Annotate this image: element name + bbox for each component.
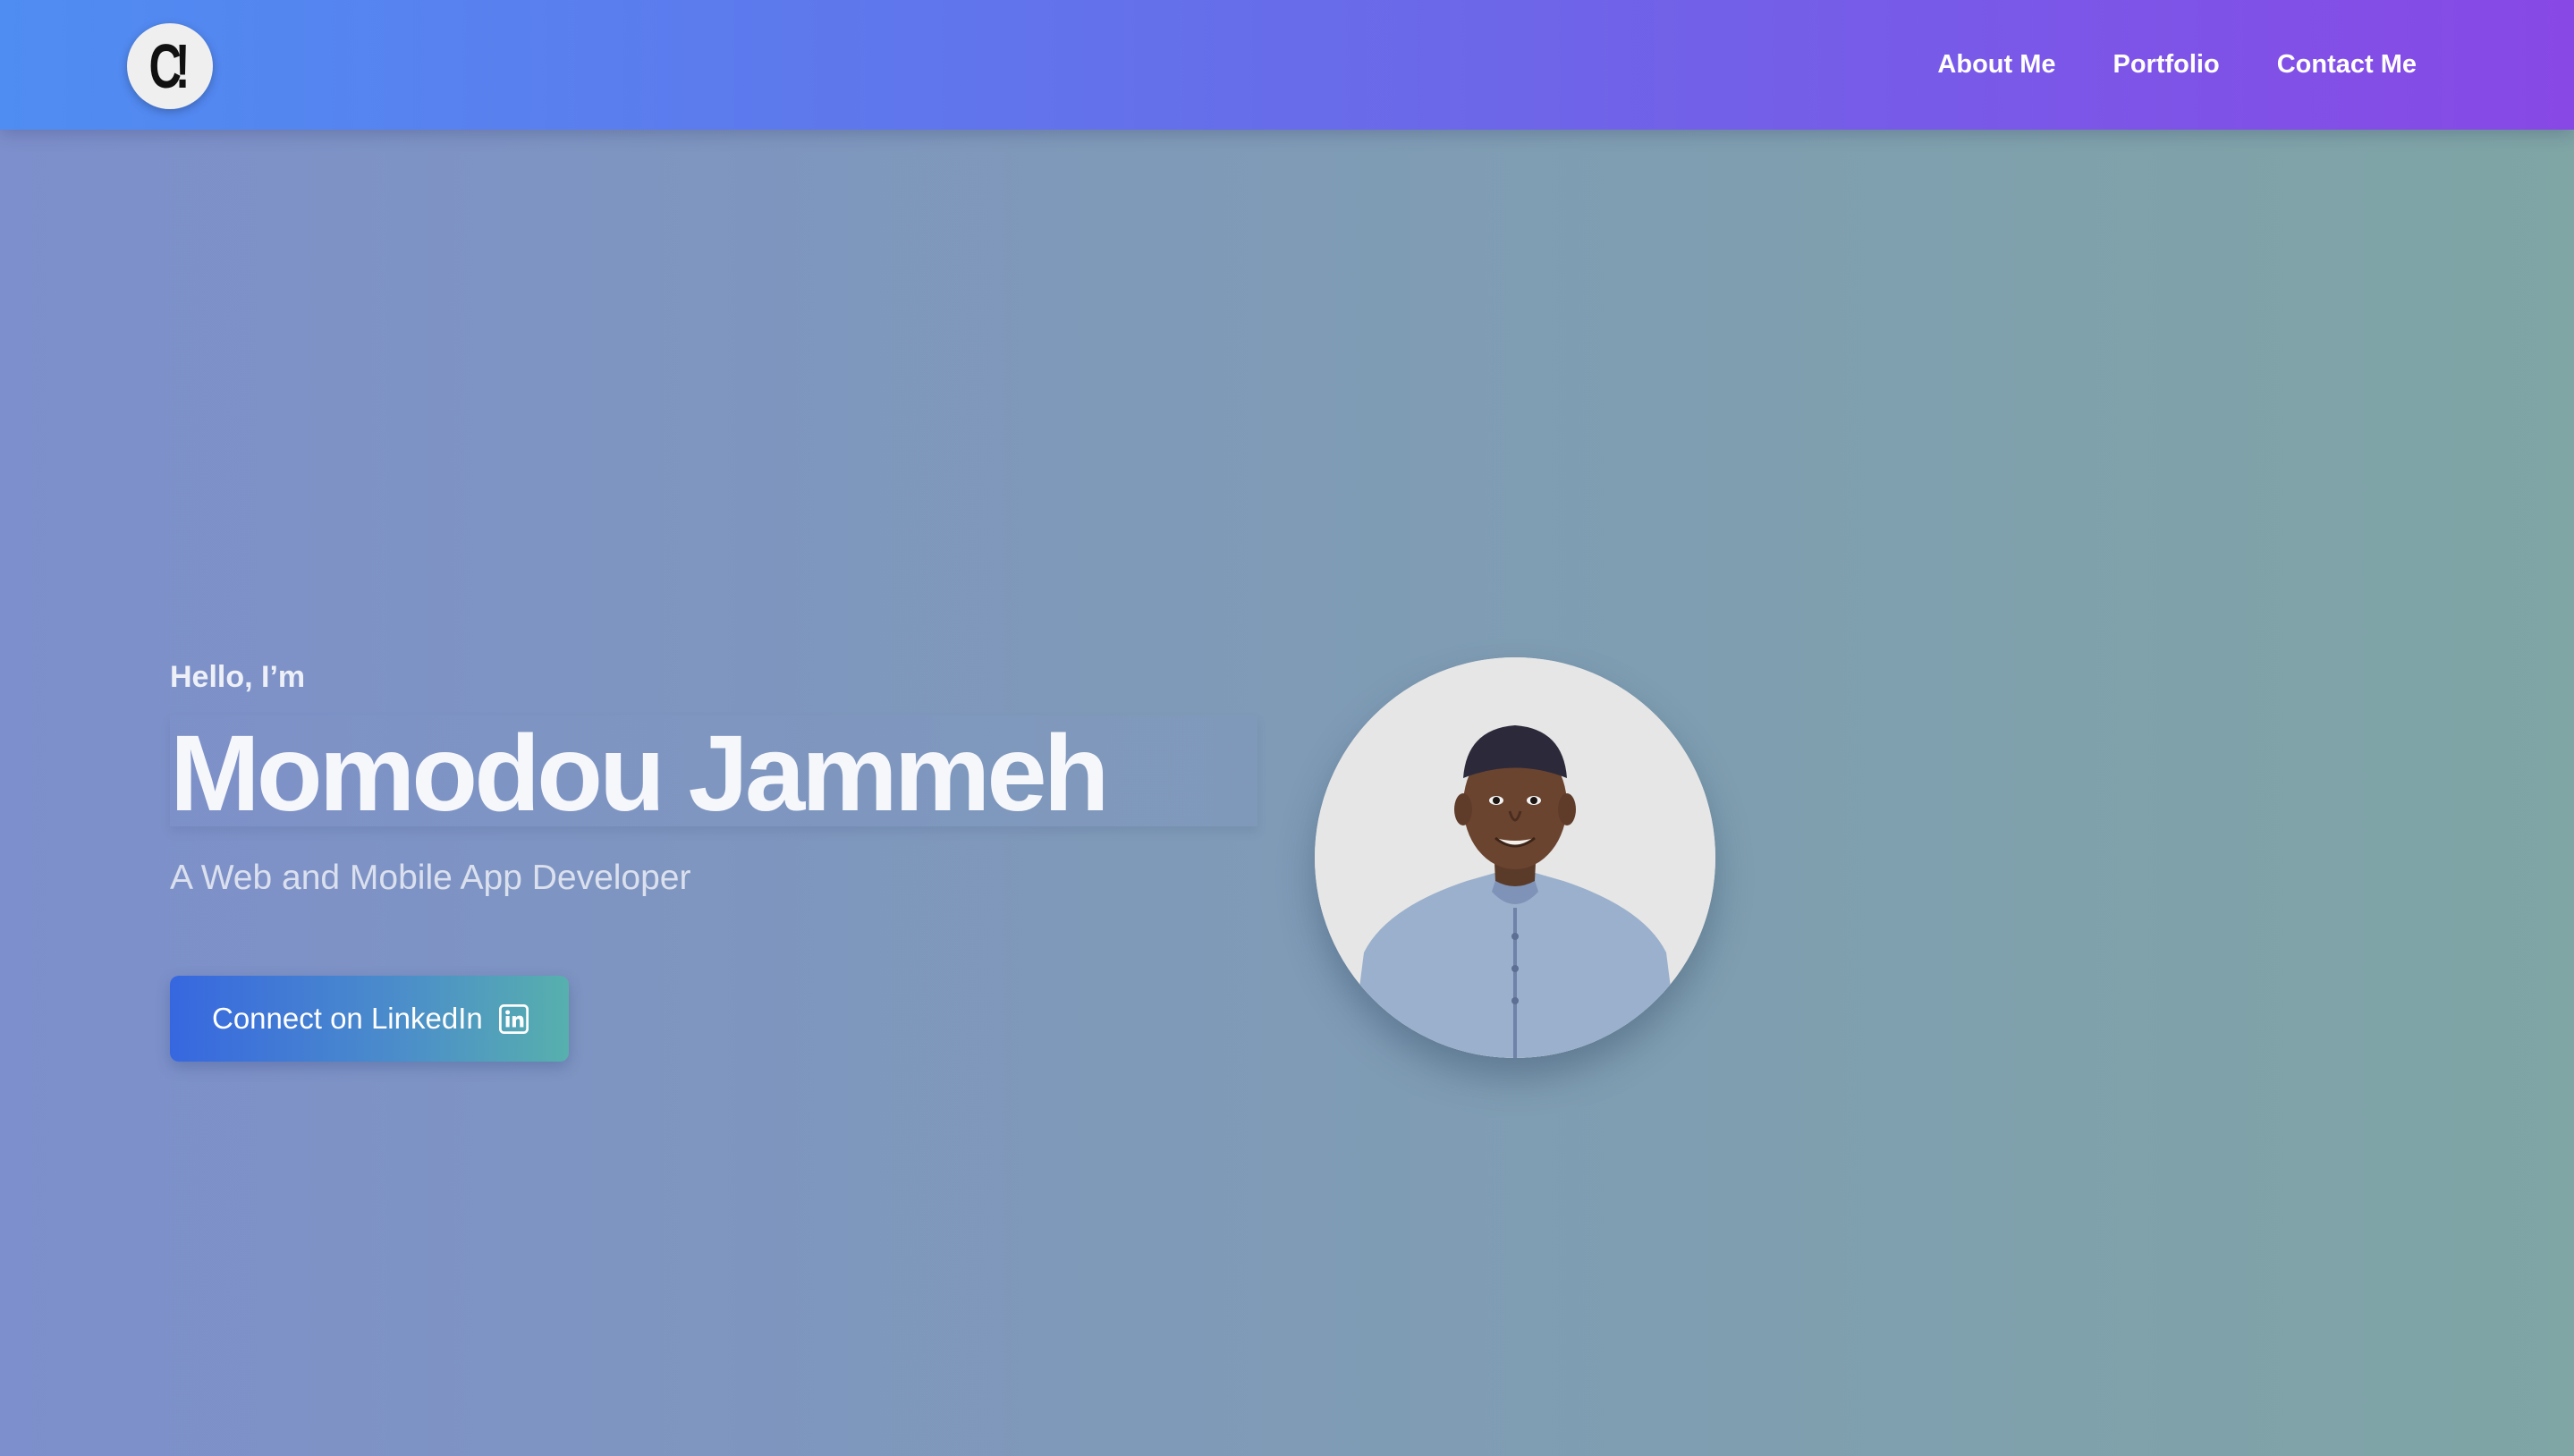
profile-photo-icon (1315, 657, 1715, 1058)
navbar: C! About Me Portfolio Contact Me (0, 0, 2574, 130)
nav-links: About Me Portfolio Contact Me (1937, 0, 2417, 130)
hero-subtitle: A Web and Mobile App Developer (170, 859, 691, 897)
connect-linkedin-button[interactable]: Connect on LinkedIn (170, 976, 569, 1062)
connect-linkedin-label: Connect on LinkedIn (212, 1002, 483, 1035)
nav-link-contact-me[interactable]: Contact Me (2277, 50, 2417, 80)
site-logo[interactable]: C! (127, 23, 213, 109)
hero-name: Momodou Jammeh (170, 712, 1110, 834)
nav-link-about-me[interactable]: About Me (1937, 50, 2055, 80)
hero-greeting: Hello, I’m (170, 660, 306, 694)
logo-text: C! (148, 31, 191, 101)
profile-photo (1315, 657, 1715, 1058)
linkedin-icon (498, 1003, 529, 1034)
nav-link-portfolio[interactable]: Portfolio (2113, 50, 2220, 80)
